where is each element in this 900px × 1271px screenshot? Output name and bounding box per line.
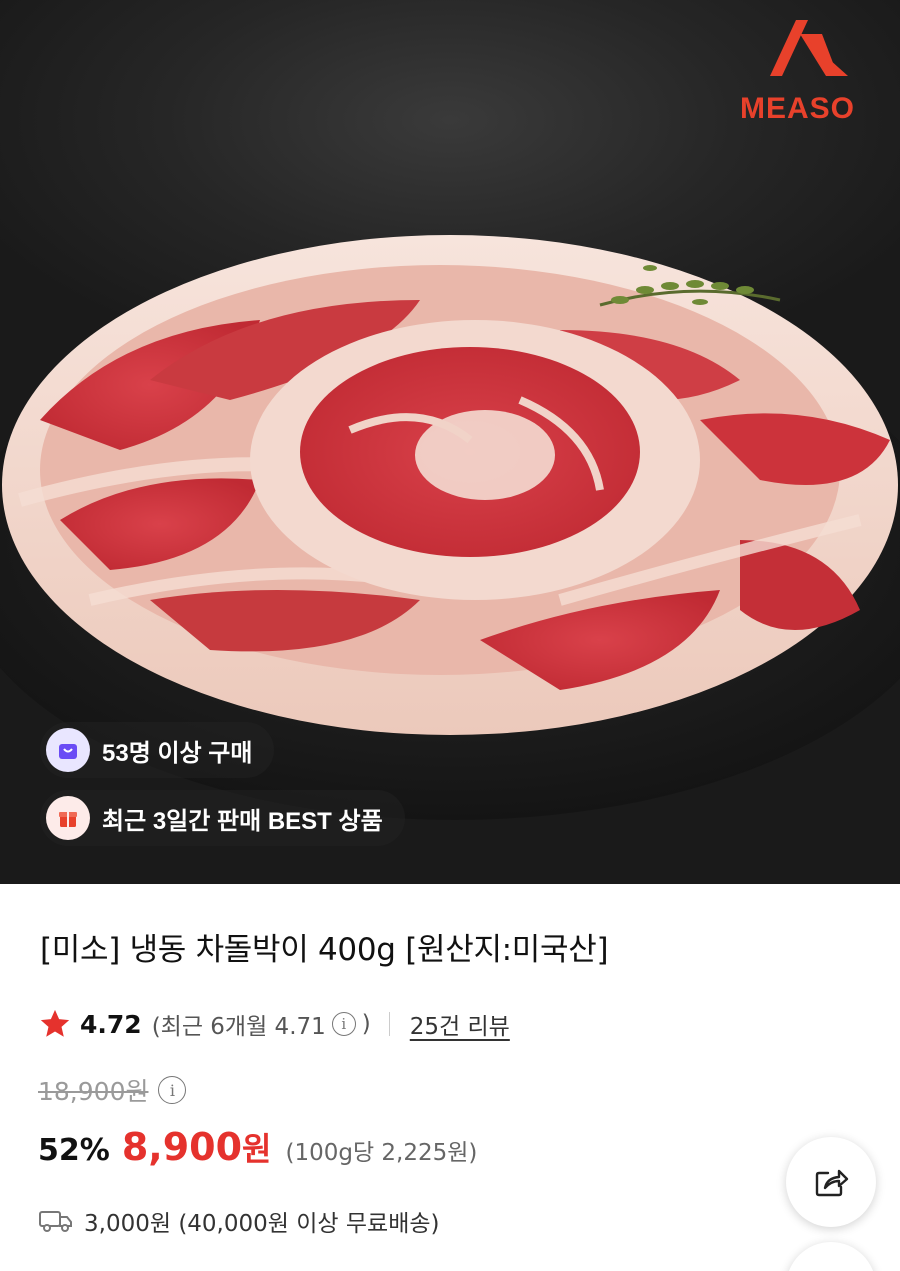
- product-title: [미소] 냉동 차돌박이 400g [원산지:미국산]: [40, 932, 609, 968]
- product-info: [미소] 냉동 차돌박이 400g [원산지:미국산] 4.72 (최근 6개월…: [0, 884, 900, 1271]
- rating-score: 4.72: [80, 1009, 142, 1039]
- brand-name: MEASO: [740, 92, 856, 125]
- shipping-row: 3,000원 (40,000원 이상 무료배송): [38, 1204, 439, 1238]
- share-button[interactable]: [786, 1137, 876, 1227]
- buyers-badge-text: 53명 이상 구매: [102, 739, 253, 767]
- truck-icon: [39, 1211, 72, 1232]
- review-count-link[interactable]: 25건 리뷰: [410, 1007, 510, 1041]
- share-icon: [815, 1169, 849, 1197]
- sale-price: 8,900: [121, 1125, 243, 1169]
- recent-rating: (최근 6개월 4.71: [151, 1014, 326, 1040]
- price-info-icon[interactable]: i: [158, 1076, 187, 1104]
- product-image[interactable]: MEASO 53명 이상 구매 최근 3일간 판매 BEST 상품: [0, 0, 900, 884]
- star-icon: [40, 1009, 70, 1037]
- sale-price-row: 52% 8,900 원 (100g당 2,225원): [38, 1124, 477, 1170]
- original-price-row: 18,900원 i: [38, 1072, 192, 1108]
- gift-box-icon: [46, 796, 90, 840]
- buyers-badge: 53명 이상 구매: [40, 722, 275, 778]
- sale-price-currency: 원: [242, 1130, 272, 1168]
- best-seller-badge: 최근 3일간 판매 BEST 상품: [40, 790, 405, 846]
- shopping-bag-icon: [46, 728, 90, 772]
- recent-rating-close: ): [361, 1011, 371, 1037]
- divider: [388, 1012, 390, 1036]
- best-seller-badge-text: 최근 3일간 판매 BEST 상품: [102, 807, 383, 835]
- info-icon[interactable]: i: [331, 1012, 356, 1036]
- original-price: 18,900원: [38, 1077, 149, 1106]
- rating-row: 4.72 (최근 6개월 4.71 i ) 25건 리뷰: [38, 1006, 510, 1042]
- unit-price: (100g당 2,225원): [285, 1140, 478, 1166]
- discount-rate: 52%: [38, 1133, 110, 1168]
- shipping-info: 3,000원 (40,000원 이상 무료배송): [84, 1211, 440, 1237]
